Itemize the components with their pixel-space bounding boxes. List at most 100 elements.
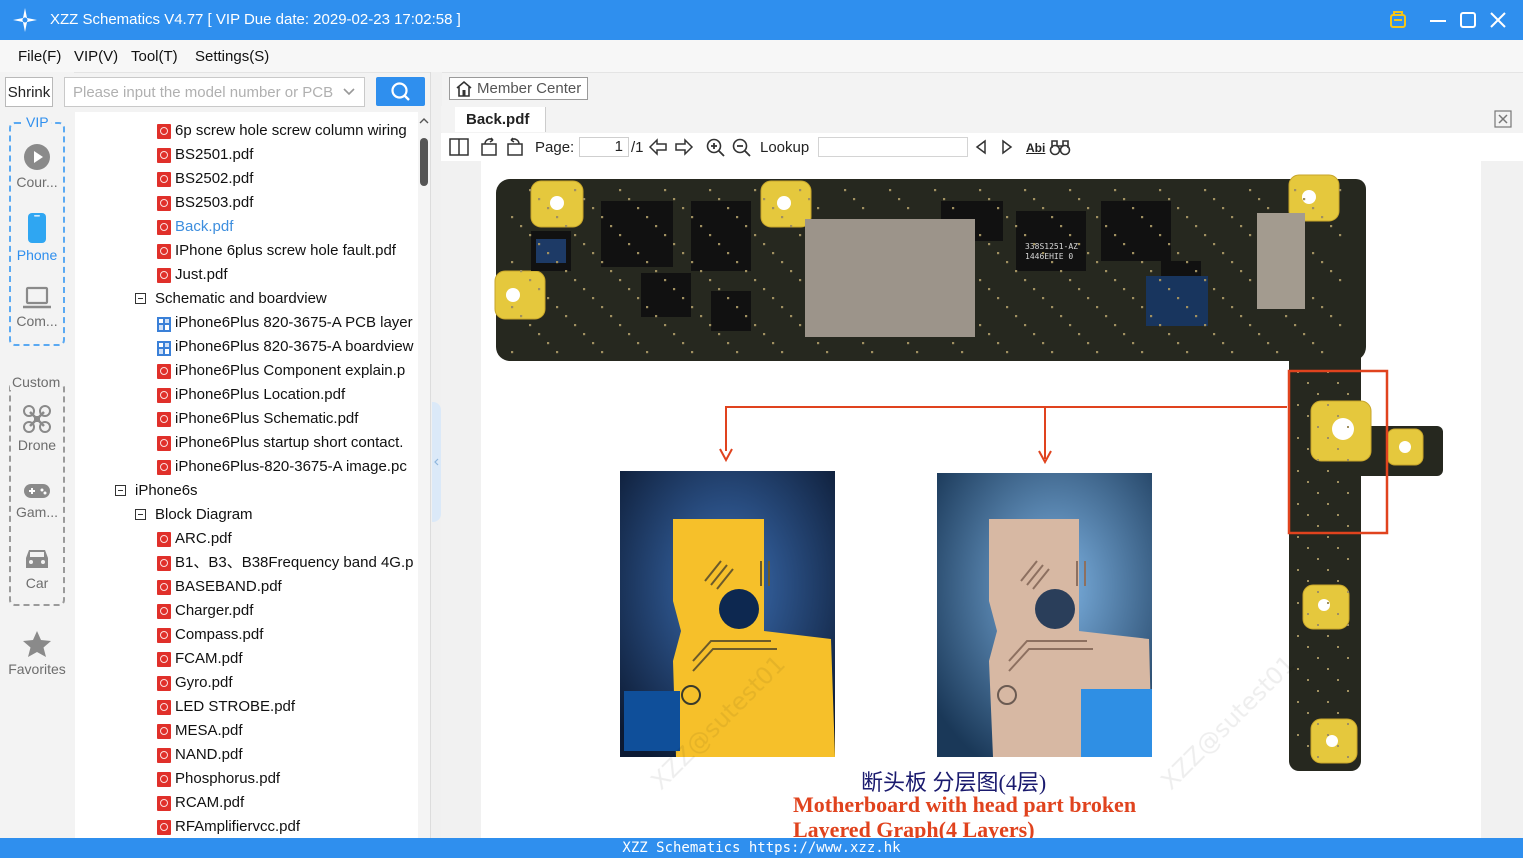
tree-folder[interactable]: Block Diagram [75, 503, 420, 527]
sidebar-item-courses[interactable]: Cour... [4, 143, 70, 190]
page-number-input[interactable]: 1 [579, 137, 629, 157]
tree-file[interactable]: ARC.pdf [75, 527, 420, 551]
tree-file[interactable]: BS2501.pdf [75, 143, 420, 167]
page-total: /1 [631, 139, 644, 156]
tree-item-label: iPhone6Plus startup short contact. [175, 434, 404, 451]
menu-tool[interactable]: Tool(T) [131, 48, 178, 65]
title-bar: XZZ Schematics V4.77 [ VIP Due date: 202… [0, 0, 1523, 40]
close-tab-icon[interactable] [1494, 110, 1512, 128]
lookup-input[interactable] [818, 137, 968, 157]
tab-back-pdf[interactable]: Back.pdf [455, 107, 546, 132]
sidebar-toggle-icon[interactable] [449, 138, 469, 156]
tree-item-label: iPhone6Plus 820-3675-A boardview [175, 338, 414, 355]
tree-file[interactable]: iPhone6Plus 820-3675-A PCB layer [75, 311, 420, 335]
tree-file[interactable]: iPhone6Plus Schematic.pdf [75, 407, 420, 431]
tree-folder[interactable]: Schematic and boardview [75, 287, 420, 311]
tree-scrollbar[interactable] [418, 112, 430, 838]
pdf-file-icon [157, 532, 171, 547]
collapse-toggle-icon[interactable] [115, 485, 126, 496]
tree-item-label: Block Diagram [155, 506, 253, 523]
splitter-handle[interactable] [432, 402, 441, 522]
tree-file[interactable]: BS2503.pdf [75, 191, 420, 215]
tree-file[interactable]: 6p screw hole screw column wiring [75, 119, 420, 143]
maximize-icon[interactable] [1456, 8, 1480, 32]
rotate-right-icon[interactable] [505, 137, 525, 157]
document-view[interactable]: 338S1251-AZ 1446EHIE 0 XZZ@sutest01 XZZ@… [441, 161, 1523, 838]
tree-file[interactable]: Phosphorus.pdf [75, 767, 420, 791]
tree-item-label: Back.pdf [175, 218, 234, 235]
tree-file[interactable]: B1、B3、B38Frequency band 4G.p [75, 551, 420, 575]
tree-file[interactable]: iPhone6Plus Component explain.p [75, 359, 420, 383]
collapse-toggle-icon[interactable] [135, 509, 146, 520]
find-next-icon[interactable] [999, 139, 1015, 155]
car-icon [26, 550, 48, 568]
page-label: Page: [535, 139, 575, 156]
scroll-up-icon[interactable] [418, 114, 430, 128]
tree-file[interactable]: LED STROBE.pdf [75, 695, 420, 719]
chevron-down-icon[interactable] [342, 85, 356, 99]
find-previous-icon[interactable] [973, 139, 989, 155]
search-icon [391, 82, 410, 101]
sidebar-item-label: Gam... [15, 504, 58, 520]
tree-file[interactable]: iPhone6Plus Location.pdf [75, 383, 420, 407]
zoom-in-icon[interactable] [706, 138, 726, 158]
match-case-button[interactable]: Abi [1025, 140, 1046, 156]
pdf-file-icon [157, 796, 171, 811]
tree-item-label: MESA.pdf [175, 722, 243, 739]
tree-file[interactable]: RCAM.pdf [75, 791, 420, 815]
tree-file[interactable]: iPhone6Plus startup short contact. [75, 431, 420, 455]
pdf-file-icon [157, 220, 171, 235]
menu-settings[interactable]: Settings(S) [195, 48, 269, 65]
tree-scrollbar-thumb[interactable] [420, 138, 428, 186]
tree-item-label: iPhone6s [135, 482, 198, 499]
tree-item-label: B1、B3、B38Frequency band 4G.p [175, 554, 414, 571]
model-search-input[interactable]: Please input the model number or PCB [64, 77, 365, 107]
sidebar-item-phone[interactable]: Phone [4, 212, 70, 263]
pdf-file-icon [157, 388, 171, 403]
tree-file[interactable]: iPhone6Plus 820-3675-A boardview [75, 335, 420, 359]
sidebar-item-game[interactable]: Gam... [4, 481, 70, 520]
tree-file[interactable]: Compass.pdf [75, 623, 420, 647]
pdf-file-icon [157, 436, 171, 451]
shrink-button[interactable]: Shrink [5, 77, 53, 107]
tree-file[interactable]: BS2502.pdf [75, 167, 420, 191]
tree-file[interactable]: BASEBAND.pdf [75, 575, 420, 599]
home-icon [456, 80, 472, 97]
tree-file[interactable]: MESA.pdf [75, 719, 420, 743]
binoculars-icon[interactable] [1049, 138, 1071, 156]
tree-item-label: LED STROBE.pdf [175, 698, 296, 715]
sidebar-item-car[interactable]: Car [4, 546, 70, 591]
tree-file[interactable]: RFAmplifiervcc.pdf [75, 815, 420, 838]
collapse-toggle-icon[interactable] [135, 293, 146, 304]
tree-item-label: BS2503.pdf [175, 194, 254, 211]
member-center-button[interactable]: Member Center [449, 77, 588, 100]
pdf-file-icon [157, 172, 171, 187]
pdf-file-icon [157, 412, 171, 427]
tree-file[interactable]: Gyro.pdf [75, 671, 420, 695]
previous-page-icon[interactable] [648, 138, 668, 156]
sidebar-item-favorites[interactable]: Favorites [4, 630, 70, 677]
tree-file[interactable]: Just.pdf [75, 263, 420, 287]
tree-file[interactable]: IPhone 6plus screw hole fault.pdf [75, 239, 420, 263]
status-bar: XZZ Schematics https://www.xzz.hk [0, 838, 1523, 858]
tree-file[interactable]: FCAM.pdf [75, 647, 420, 671]
tree-file[interactable]: Back.pdf [75, 215, 420, 239]
tree-item-label: RFAmplifiervcc.pdf [175, 818, 301, 835]
sidebar-item-drone[interactable]: Drone [4, 404, 70, 453]
search-button[interactable] [376, 77, 425, 106]
rotate-left-icon[interactable] [479, 137, 499, 157]
zoom-out-icon[interactable] [732, 138, 752, 158]
sidebar-item-computer[interactable]: Com... [4, 286, 70, 329]
menu-vip[interactable]: VIP(V) [74, 48, 118, 65]
close-icon[interactable] [1486, 8, 1510, 32]
minimize-icon[interactable] [1426, 8, 1450, 32]
vip-badge-icon[interactable] [1386, 8, 1410, 32]
next-page-icon[interactable] [674, 138, 694, 156]
tree-folder[interactable]: iPhone6s [75, 479, 420, 503]
tree-file[interactable]: iPhone6Plus-820-3675-A image.pc [75, 455, 420, 479]
tree-item-label: iPhone6Plus-820-3675-A image.pc [175, 458, 407, 475]
menu-file[interactable]: File(F) [18, 48, 61, 65]
tree-file[interactable]: Charger.pdf [75, 599, 420, 623]
tree-item-label: iPhone6Plus Location.pdf [175, 386, 346, 403]
tree-file[interactable]: NAND.pdf [75, 743, 420, 767]
